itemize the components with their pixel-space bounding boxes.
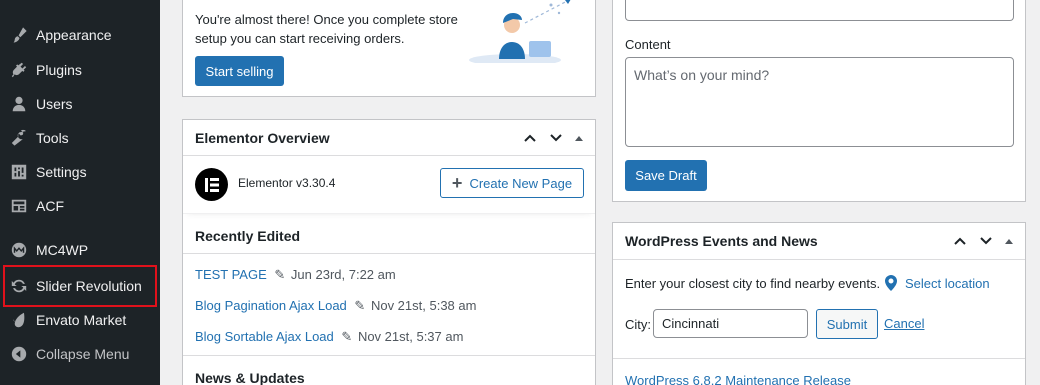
content-label: Content	[625, 37, 671, 52]
store-setup-text-line1: You're almost there! Once you complete s…	[195, 12, 458, 27]
divider	[183, 355, 595, 356]
city-input[interactable]: Cincinnati	[653, 309, 808, 338]
plug-icon	[0, 61, 36, 79]
events-news-box: WordPress Events and News Enter your clo…	[612, 222, 1026, 385]
sidebar-item-mc4wp[interactable]: MC4WP	[0, 233, 160, 267]
sidebar-item-envato-market[interactable]: Envato Market	[0, 303, 160, 337]
caret-up-icon	[575, 135, 583, 141]
paintbrush-icon	[0, 26, 36, 44]
recently-edited-heading: Recently Edited	[195, 228, 301, 244]
pencil-icon: ✎	[274, 267, 286, 282]
sidebar-item-acf[interactable]: ACF	[0, 189, 160, 223]
toggle-panel-button[interactable]	[569, 125, 589, 151]
sidebar-item-tools[interactable]: Tools	[0, 121, 160, 155]
sidebar-item-label: Appearance	[36, 27, 112, 43]
draft-content-textarea[interactable]: What’s on your mind?	[625, 57, 1014, 147]
admin-sidebar: Appearance Plugins Users Tools Settings …	[0, 0, 160, 385]
chevron-down-icon	[550, 133, 562, 141]
sidebar-item-slider-revolution[interactable]: Slider Revolution	[0, 269, 160, 303]
events-news-title: WordPress Events and News	[625, 233, 818, 249]
sidebar-item-appearance[interactable]: Appearance	[0, 18, 160, 52]
mc4wp-icon	[0, 241, 36, 259]
acf-icon	[0, 197, 36, 215]
location-pin-icon	[885, 275, 897, 291]
move-up-button[interactable]	[517, 125, 543, 151]
elementor-version: Elementor v3.30.4	[238, 176, 336, 190]
toggle-panel-button[interactable]	[999, 228, 1019, 254]
draft-title-input[interactable]	[625, 0, 1014, 21]
sidebar-item-label: Collapse Menu	[36, 346, 130, 362]
divider	[613, 358, 1025, 359]
settings-sliders-icon	[0, 163, 36, 181]
recent-item-date: Nov 21st, 5:37 am	[357, 329, 464, 344]
chevron-down-icon	[980, 237, 992, 245]
store-setup-text: You're almost there! Once you complete s…	[195, 10, 458, 48]
sidebar-item-label: Settings	[36, 164, 87, 180]
recent-item: Blog Sortable Ajax Load ✎ Nov 21st, 5:37…	[195, 329, 463, 345]
collapse-arrow-icon	[0, 345, 36, 363]
elementor-overview-header: Elementor Overview	[183, 120, 595, 156]
quick-draft-box: Content What’s on your mind? Save Draft	[612, 0, 1026, 202]
sidebar-item-label: MC4WP	[36, 242, 89, 258]
start-selling-button[interactable]: Start selling	[195, 56, 284, 86]
sidebar-item-label: Envato Market	[36, 312, 127, 328]
news-updates-heading: News & Updates	[195, 370, 305, 385]
sidebar-item-plugins[interactable]: Plugins	[0, 53, 160, 87]
recent-item-link[interactable]: Blog Sortable Ajax Load	[195, 329, 334, 344]
recent-item-date: Jun 23rd, 7:22 am	[290, 267, 396, 282]
chevron-up-icon	[524, 134, 536, 142]
city-input-value: Cincinnati	[662, 316, 720, 331]
elementor-logo-icon	[195, 168, 228, 201]
content-placeholder: What’s on your mind?	[634, 67, 770, 83]
plus-icon: +	[451, 173, 463, 193]
sidebar-item-label: Plugins	[36, 62, 82, 78]
store-setup-box: You're almost there! Once you complete s…	[182, 0, 596, 97]
sidebar-item-label: ACF	[36, 198, 64, 214]
caret-up-icon	[1005, 239, 1013, 244]
recent-item-link[interactable]: TEST PAGE	[195, 267, 267, 282]
recent-item: TEST PAGE ✎ Jun 23rd, 7:22 am	[195, 267, 396, 283]
store-illustration	[463, 0, 583, 66]
revolution-icon	[0, 277, 36, 295]
store-setup-text-line2: setup you can start receiving orders.	[195, 31, 405, 46]
sidebar-item-label: Tools	[36, 130, 69, 146]
create-new-page-button[interactable]: + Create New Page	[440, 168, 584, 198]
sidebar-item-label: Slider Revolution	[36, 278, 142, 294]
city-label: City:	[625, 317, 651, 332]
recent-item-date: Nov 21st, 5:38 am	[370, 298, 477, 313]
users-icon	[0, 95, 36, 113]
move-down-button[interactable]	[973, 228, 999, 254]
pencil-icon: ✎	[341, 329, 353, 344]
move-down-button[interactable]	[543, 125, 569, 151]
sidebar-item-settings[interactable]: Settings	[0, 155, 160, 189]
recently-edited-header: Recently Edited	[183, 214, 595, 254]
wrench-icon	[0, 129, 36, 147]
events-prompt: Enter your closest city to find nearby e…	[625, 276, 881, 291]
collapse-menu-button[interactable]: Collapse Menu	[0, 337, 160, 371]
elementor-header-row: Elementor v3.30.4 + Create New Page	[183, 156, 595, 214]
sidebar-item-label: Users	[36, 96, 73, 112]
recent-item: Blog Pagination Ajax Load ✎ Nov 21st, 5:…	[195, 298, 476, 314]
select-location-button[interactable]: Select location	[885, 275, 990, 291]
recent-item-link[interactable]: Blog Pagination Ajax Load	[195, 298, 347, 313]
elementor-overview-box: Elementor Overview Elementor v3.30.4 + C…	[182, 119, 596, 385]
pencil-icon: ✎	[354, 298, 366, 313]
events-news-header: WordPress Events and News	[613, 223, 1025, 260]
elementor-overview-title: Elementor Overview	[195, 129, 330, 146]
move-up-button[interactable]	[947, 228, 973, 254]
save-draft-button[interactable]: Save Draft	[625, 160, 707, 191]
create-new-page-label: Create New Page	[469, 175, 573, 191]
envato-icon	[0, 311, 36, 329]
submit-button[interactable]: Submit	[816, 309, 878, 339]
news-item-link[interactable]: WordPress 6.8.2 Maintenance Release	[625, 373, 851, 385]
cancel-link[interactable]: Cancel	[884, 316, 924, 331]
sidebar-item-users[interactable]: Users	[0, 87, 160, 121]
select-location-label: Select location	[905, 275, 990, 291]
chevron-up-icon	[954, 237, 966, 245]
